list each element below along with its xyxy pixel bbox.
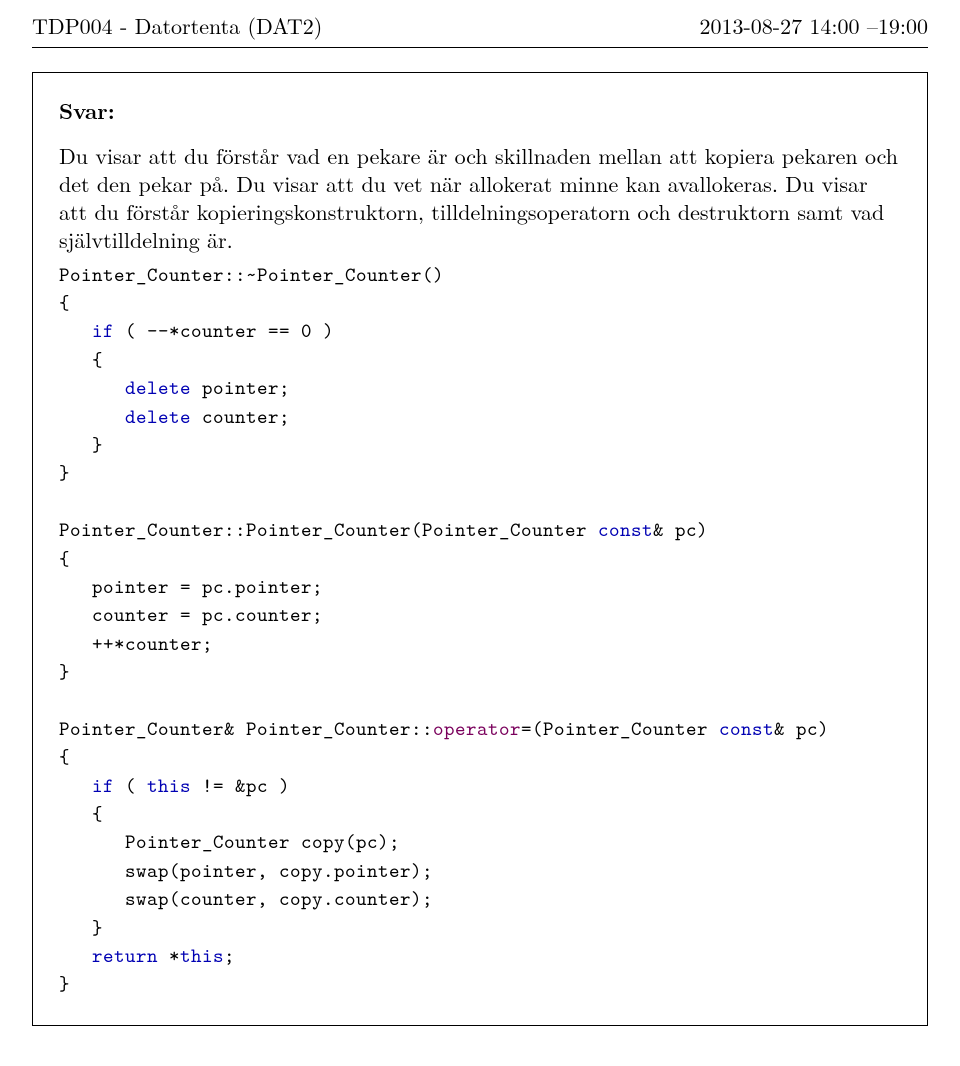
code-text: pointer; bbox=[191, 375, 290, 401]
code-line bbox=[59, 943, 92, 969]
header-rule bbox=[32, 47, 928, 48]
code-line bbox=[59, 318, 92, 344]
code-keyword: return bbox=[92, 943, 158, 969]
code-text: counter; bbox=[191, 404, 290, 430]
code-text: ( bbox=[114, 773, 147, 799]
code-line: } bbox=[59, 460, 70, 486]
code-text: & pc) bbox=[774, 716, 829, 742]
answer-box: Svar: Du visar att du förstår vad en pek… bbox=[32, 72, 928, 1026]
code-keyword: this bbox=[180, 943, 224, 969]
code-line: { bbox=[59, 290, 70, 316]
code-line: { bbox=[59, 744, 70, 770]
code-line: Pointer_Counter::~Pointer_Counter() bbox=[59, 262, 444, 288]
code-keyword: const bbox=[598, 517, 653, 543]
code-function: operator bbox=[433, 716, 521, 742]
code-text: != &pc ) bbox=[191, 773, 290, 799]
code-line: Pointer_Counter copy(pc); bbox=[59, 829, 400, 855]
header-left: TDP004 - Datortenta (DAT2) bbox=[32, 10, 322, 41]
code-line: { bbox=[59, 347, 103, 373]
code-line: ++*counter; bbox=[59, 631, 213, 657]
code-keyword: delete bbox=[125, 375, 191, 401]
code-line bbox=[59, 773, 92, 799]
code-line: } bbox=[59, 915, 103, 941]
code-line: { bbox=[59, 546, 70, 572]
code-text: =(Pointer_Counter bbox=[521, 716, 719, 742]
code-keyword: this bbox=[147, 773, 191, 799]
code-keyword: if bbox=[92, 773, 114, 799]
answer-body: Du visar att du förstår vad en pekare är… bbox=[59, 142, 901, 255]
code-line: Pointer_Counter& Pointer_Counter:: bbox=[59, 716, 433, 742]
code-text: * bbox=[158, 943, 180, 969]
code-line bbox=[59, 404, 125, 430]
code-line bbox=[59, 375, 125, 401]
code-keyword: delete bbox=[125, 404, 191, 430]
code-line: pointer = pc.pointer; bbox=[59, 574, 323, 600]
code-line: } bbox=[59, 659, 70, 685]
code-line: Pointer_Counter::Pointer_Counter(Pointer… bbox=[59, 517, 598, 543]
answer-label: Svar: bbox=[59, 95, 901, 126]
code-line: swap(pointer, copy.pointer); bbox=[59, 858, 433, 884]
code-block: Pointer_Counter::~Pointer_Counter() { if… bbox=[59, 261, 901, 999]
code-text: ( --*counter == 0 ) bbox=[114, 318, 334, 344]
code-text: ; bbox=[224, 943, 235, 969]
code-line: } bbox=[59, 432, 103, 458]
code-line: swap(counter, copy.counter); bbox=[59, 886, 433, 912]
code-line: counter = pc.counter; bbox=[59, 602, 323, 628]
code-text: & pc) bbox=[653, 517, 708, 543]
page-header: TDP004 - Datortenta (DAT2) 2013-08-27 14… bbox=[32, 10, 928, 41]
code-keyword: if bbox=[92, 318, 114, 344]
page: TDP004 - Datortenta (DAT2) 2013-08-27 14… bbox=[0, 0, 960, 1066]
code-line: } bbox=[59, 971, 70, 997]
code-keyword: const bbox=[719, 716, 774, 742]
header-right: 2013-08-27 14:00 –19:00 bbox=[699, 10, 928, 41]
code-line: { bbox=[59, 801, 103, 827]
